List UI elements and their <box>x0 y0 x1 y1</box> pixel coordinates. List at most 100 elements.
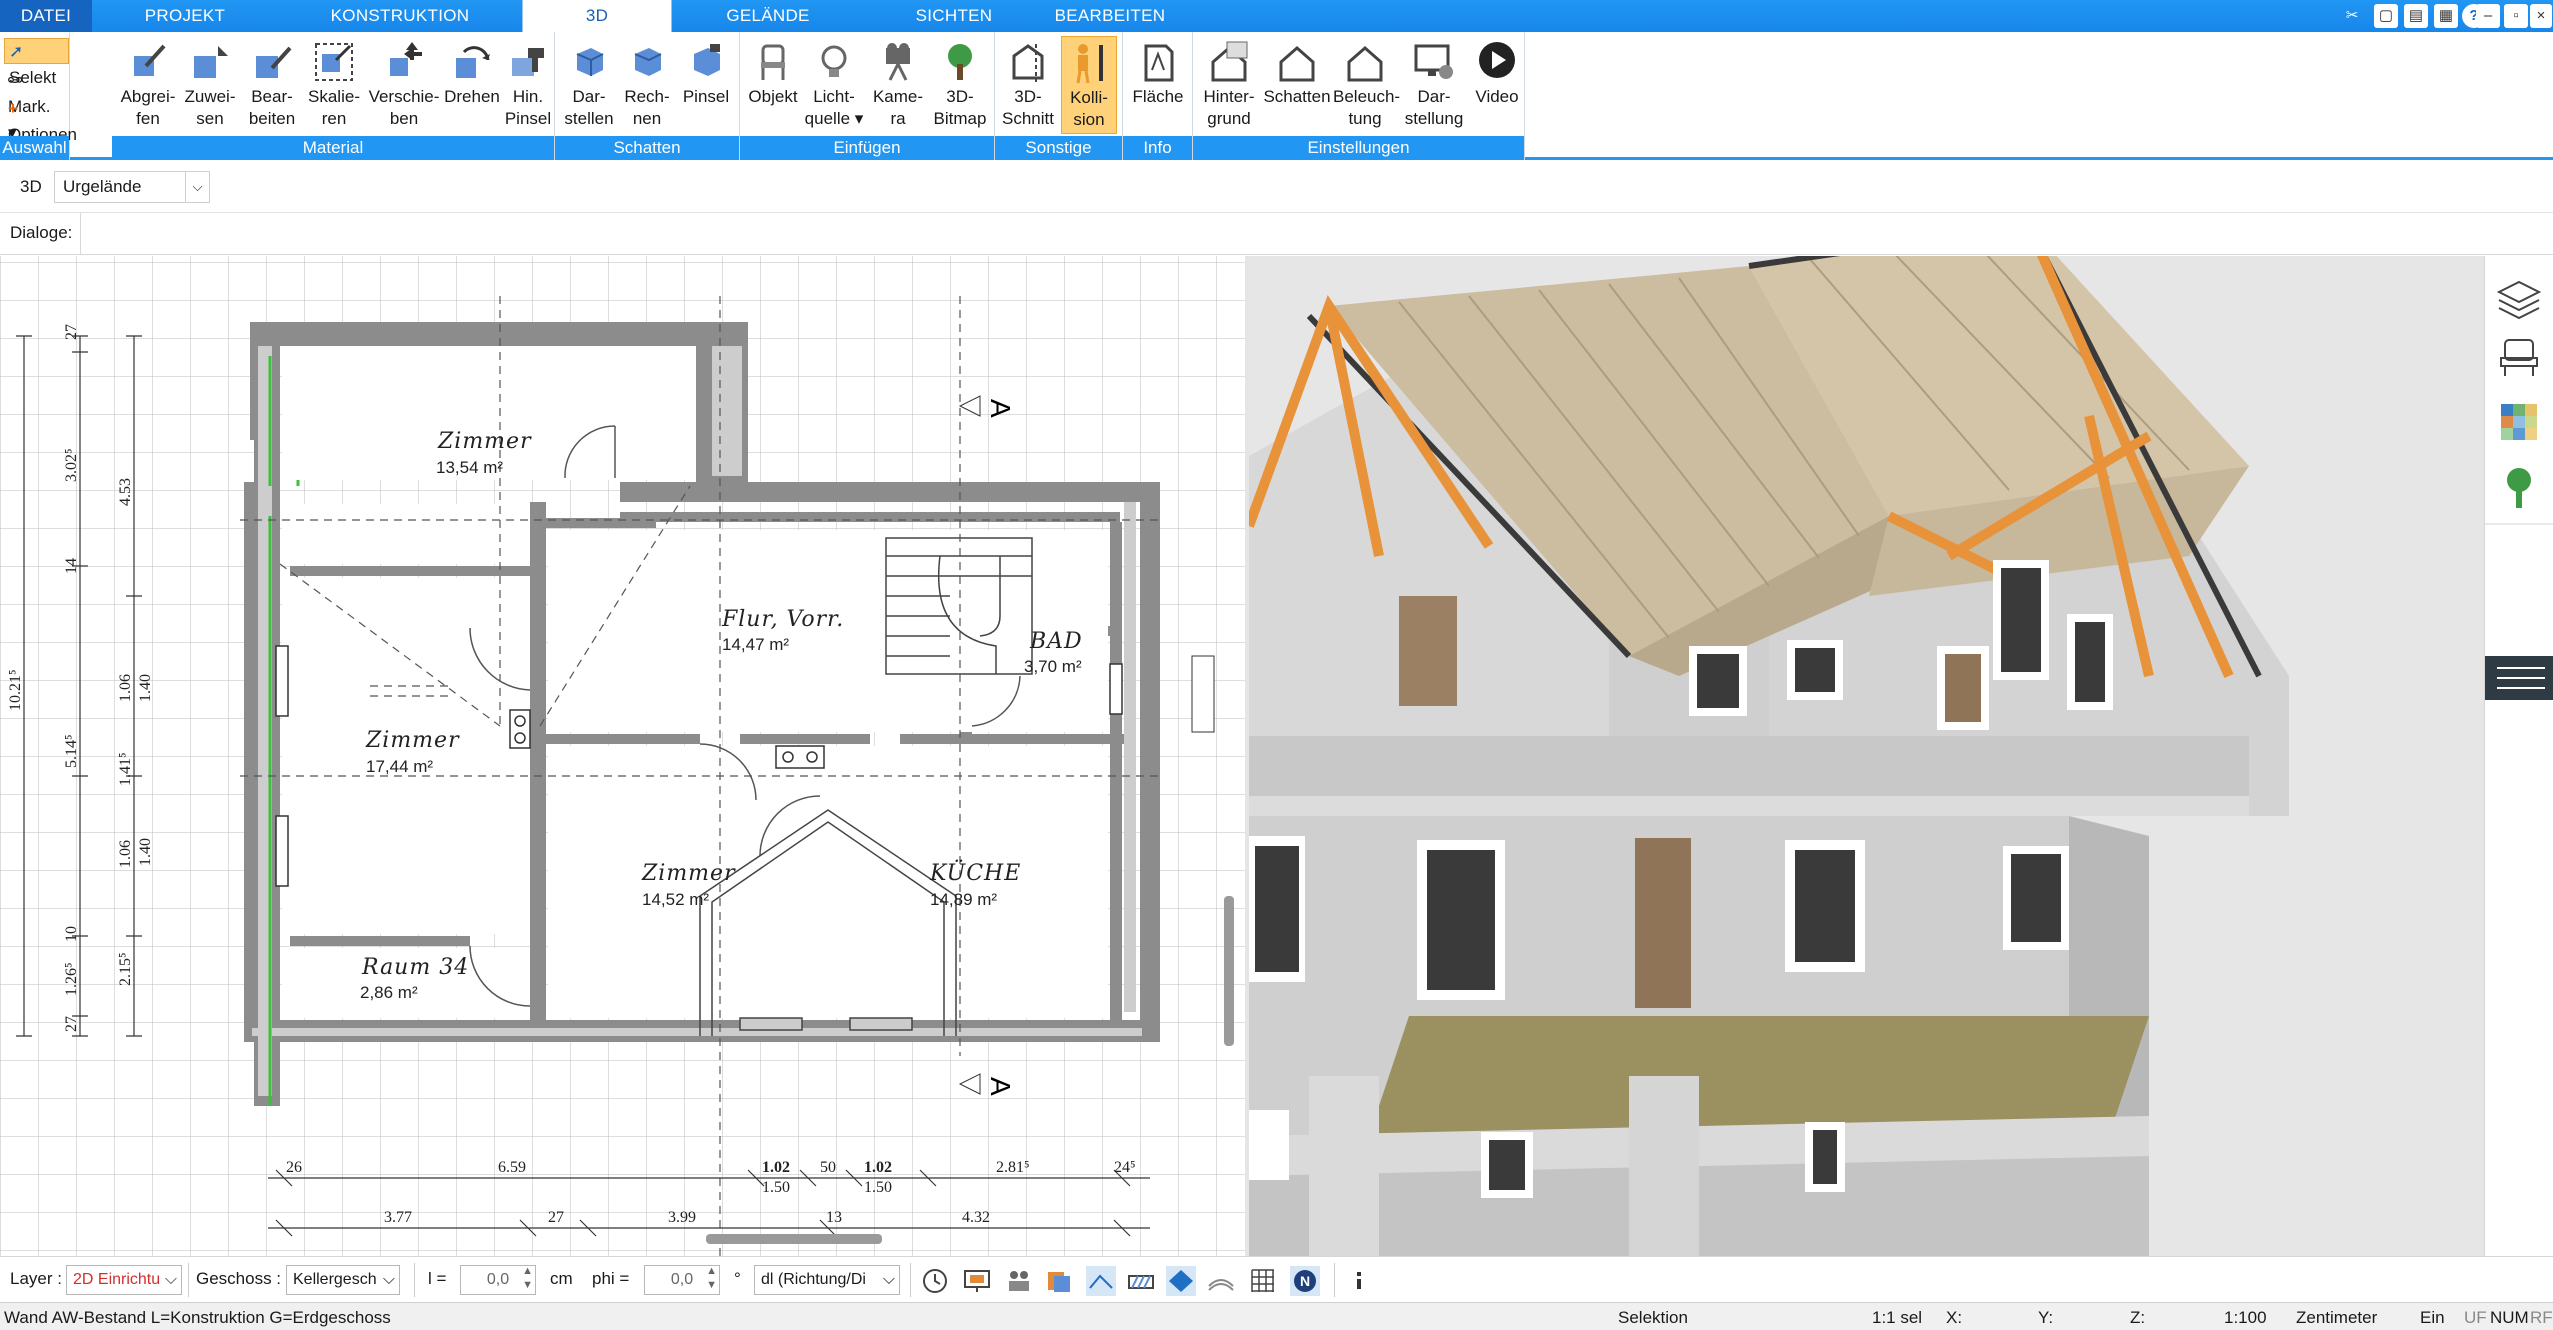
dim-label: 24⁵ <box>1114 1159 1136 1176</box>
chevron-down-icon[interactable]: ⌵ <box>185 172 209 202</box>
people-icon[interactable] <box>1004 1266 1034 1296</box>
beleuchtung-button[interactable]: Beleuch-tung <box>1333 36 1400 134</box>
tools-icon[interactable]: ✂ <box>2340 4 2364 28</box>
north-icon[interactable]: N <box>1290 1266 1320 1296</box>
btn-line2: stellen <box>564 109 614 128</box>
zuweisen-button[interactable]: Zuwei-sen <box>182 36 238 134</box>
hintergrund-button[interactable]: Hinter-grund <box>1197 36 1261 134</box>
tab-sichten[interactable]: SICHTEN <box>896 0 1012 32</box>
bearbeiten-button[interactable]: Bear-beiten <box>242 36 302 134</box>
btn-line2: sion <box>1073 110 1105 129</box>
btn-line2: quelle <box>804 109 851 128</box>
layout-icon[interactable]: ▤ <box>2404 4 2428 28</box>
3d-bitmap-button[interactable]: 3D- Bitmap <box>930 36 990 134</box>
mark-button[interactable]: ⚯ Mark. ▾ <box>4 68 69 142</box>
selekt-button[interactable]: ➚ Selekt <box>4 38 69 87</box>
geschoss-select[interactable]: Kellergesch ⌵ <box>286 1265 400 1295</box>
tab-datei[interactable]: DATEI <box>0 0 92 32</box>
tab-gelaende[interactable]: GELÄNDE <box>706 0 830 32</box>
skalieren-button[interactable]: Skalie-ren <box>304 36 364 134</box>
side-panel-icons <box>2485 280 2553 700</box>
group-material: Abgrei-fen Zuwei-sen Bear-beiten Skalie-… <box>112 32 555 160</box>
floor-plan-2d[interactable]: A A Zimmer 13,54 m² Flur, Vorr. 14,47 m²… <box>0 256 1245 1256</box>
btn-line2: Pinsel <box>504 109 552 128</box>
video-button[interactable]: Video <box>1471 36 1523 134</box>
room-area: 2,86 m² <box>360 983 418 1002</box>
darstellung-button[interactable]: Dar-stellung <box>1399 36 1469 134</box>
3d-view[interactable] <box>1249 256 2484 1256</box>
tree-icon[interactable] <box>2507 468 2531 508</box>
btn-line2: Schnitt <box>1002 109 1054 128</box>
kamera-button[interactable]: Kame-ra <box>870 36 926 134</box>
tab-projekt[interactable]: PROJEKT <box>120 0 250 32</box>
print-layers-icon[interactable] <box>1044 1266 1074 1296</box>
vertical-scrollbar[interactable] <box>1224 896 1234 1046</box>
terrain-select[interactable]: Urgelände ⌵ <box>54 171 210 203</box>
btn-line1: Objekt <box>748 87 798 106</box>
geschoss-select-value: Kellergesch <box>293 1271 377 1288</box>
tab-konstruktion[interactable]: KONSTRUKTION <box>320 0 480 32</box>
minimize-button[interactable]: – <box>2476 4 2500 28</box>
furniture-icon[interactable] <box>2500 339 2538 376</box>
schatten-einstellung-button[interactable]: Schatten <box>1263 36 1331 134</box>
tab-3d[interactable]: 3D <box>522 0 672 34</box>
objekt-button[interactable]: Objekt <box>744 36 802 134</box>
floor-plan-canvas[interactable]: A A Zimmer 13,54 m² Flur, Vorr. 14,47 m²… <box>0 256 1245 1256</box>
layers-icon[interactable] <box>2496 280 2542 320</box>
horizontal-scrollbar[interactable] <box>706 1234 882 1244</box>
chevron-down-icon: ⌵ <box>882 1271 895 1288</box>
phi-unit: ° <box>734 1269 741 1288</box>
terrain-icon[interactable] <box>1206 1266 1236 1296</box>
tab-bearbeiten[interactable]: BEARBEITEN <box>1050 0 1170 32</box>
btn-line1: Pinsel <box>682 87 730 106</box>
layer-diamond-icon[interactable] <box>1166 1266 1196 1296</box>
optionen-button[interactable]: + Optionen <box>4 96 83 144</box>
clock-icon[interactable] <box>920 1266 950 1296</box>
btn-line1: Zuwei- <box>184 87 236 106</box>
btn-line2: tung <box>1348 109 1382 128</box>
status-y: Y: <box>2038 1308 2054 1327</box>
hatch-icon[interactable] <box>1126 1266 1156 1296</box>
measure-icon[interactable] <box>1086 1266 1116 1296</box>
ribbon: ➚ Selekt ⚯ Mark. ▾ + Optionen Auswahl Ab… <box>0 32 2553 160</box>
menu-hamburger-icon[interactable] <box>2485 656 2553 700</box>
direction-select[interactable]: dl (Richtung/Di ⌵ <box>754 1265 900 1295</box>
close-button[interactable]: × <box>2530 4 2552 28</box>
3d-schnitt-button[interactable]: 3D- Schnitt <box>999 36 1057 134</box>
grid-icon[interactable] <box>1248 1266 1278 1296</box>
rotate-icon <box>456 46 490 78</box>
terrace-floor <box>1369 1016 2149 1136</box>
area-icon <box>1144 44 1174 82</box>
window-icon[interactable]: ▢ <box>2374 4 2398 28</box>
l-input-value: 0,0 <box>486 1271 510 1288</box>
hin-pinsel-button[interactable]: Hin. Pinsel <box>502 36 554 134</box>
3d-render-canvas[interactable] <box>1249 256 2484 1256</box>
btn-line2: ben <box>389 109 419 128</box>
flaeche-button[interactable]: Fläche <box>1127 36 1189 134</box>
schatten-darstellen-button[interactable]: Dar-stellen <box>561 36 617 134</box>
more-options-icon[interactable] <box>1344 1266 1374 1296</box>
verschieben-button[interactable]: Verschie-ben <box>368 36 440 134</box>
scale-icon <box>315 43 353 81</box>
l-input[interactable]: 0,0 ▲ ▼ <box>460 1265 536 1295</box>
divider <box>1334 1263 1335 1297</box>
group-label-einstellungen: Einstellungen <box>1193 136 1524 160</box>
kollision-button[interactable]: Kolli-sion <box>1061 36 1117 134</box>
abgreifen-button[interactable]: Abgrei-fen <box>118 36 178 134</box>
schatten-rechnen-button[interactable]: Rech-nen <box>619 36 675 134</box>
btn-line2: ren <box>321 109 347 128</box>
maximize-button[interactable]: ▫ <box>2504 4 2528 28</box>
dim-label: 2.81⁵ <box>996 1159 1030 1176</box>
print-icon[interactable]: ▦ <box>2434 4 2458 28</box>
layer-select[interactable]: 2D Einrichtu ⌵ <box>66 1265 182 1295</box>
spinner-icon[interactable]: ▲ ▼ <box>522 1264 533 1292</box>
spinner-icon[interactable]: ▲ ▼ <box>706 1264 717 1292</box>
schatten-pinsel-button[interactable]: Pinsel <box>677 36 735 134</box>
lichtquelle-button[interactable]: Licht-quelle ▾ <box>804 36 864 134</box>
drehen-button[interactable]: Drehen <box>444 36 500 134</box>
group-label-sonstige: Sonstige <box>995 136 1122 160</box>
material-palette-icon[interactable] <box>2501 404 2537 440</box>
monitor-icon[interactable] <box>962 1266 992 1296</box>
group-schatten: Dar-stellen Rech-nen Pinsel Schatten <box>555 32 740 160</box>
phi-input[interactable]: 0,0 ▲ ▼ <box>644 1265 720 1295</box>
